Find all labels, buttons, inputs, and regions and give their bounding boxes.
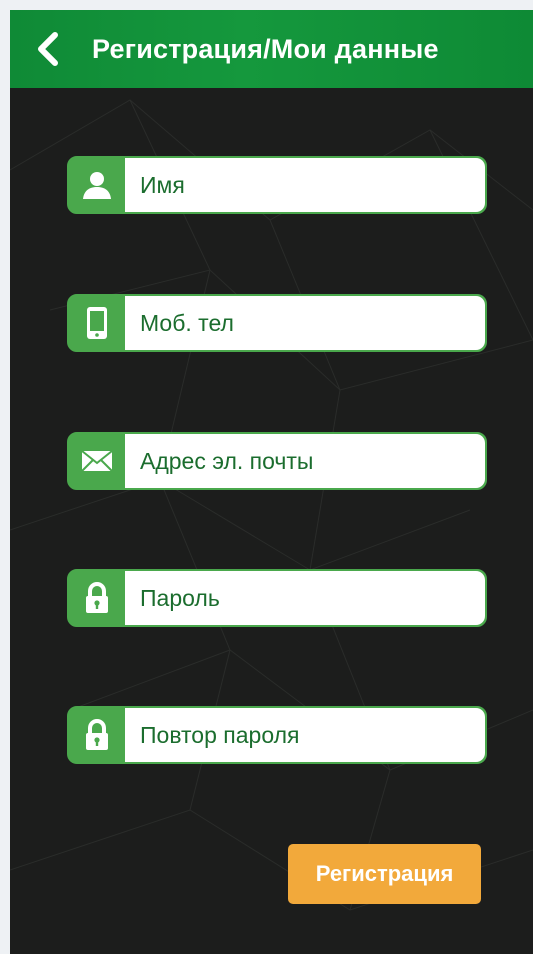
mobile-phone-icon [69, 296, 125, 350]
password-input[interactable]: Пароль [125, 571, 485, 625]
name-field[interactable]: Имя [67, 156, 487, 214]
envelope-icon [69, 434, 125, 488]
phone-placeholder: Моб. тел [140, 310, 234, 336]
name-placeholder: Имя [140, 172, 185, 198]
phone-field[interactable]: Моб. тел [67, 294, 487, 352]
name-input[interactable]: Имя [125, 158, 485, 212]
registration-screen: Регистрация/Мои данные Имя Моб. тел Адре… [10, 10, 533, 954]
chevron-left-icon [38, 32, 58, 66]
page-title: Регистрация/Мои данные [92, 34, 439, 64]
repeat-password-placeholder: Повтор пароля [140, 722, 300, 748]
phone-input[interactable]: Моб. тел [125, 296, 485, 350]
repeat-password-input[interactable]: Повтор пароля [125, 708, 485, 762]
email-field[interactable]: Адрес эл. почты [67, 432, 487, 490]
app-header: Регистрация/Мои данные [10, 10, 533, 88]
password-field[interactable]: Пароль [67, 569, 487, 627]
register-button[interactable]: Регистрация [288, 844, 481, 904]
lock-icon [69, 708, 125, 762]
repeat-password-field[interactable]: Повтор пароля [67, 706, 487, 764]
back-button[interactable] [28, 27, 68, 71]
email-placeholder: Адрес эл. почты [140, 448, 314, 474]
lock-icon [69, 571, 125, 625]
email-input[interactable]: Адрес эл. почты [125, 434, 485, 488]
password-placeholder: Пароль [140, 585, 220, 611]
user-icon [69, 158, 125, 212]
